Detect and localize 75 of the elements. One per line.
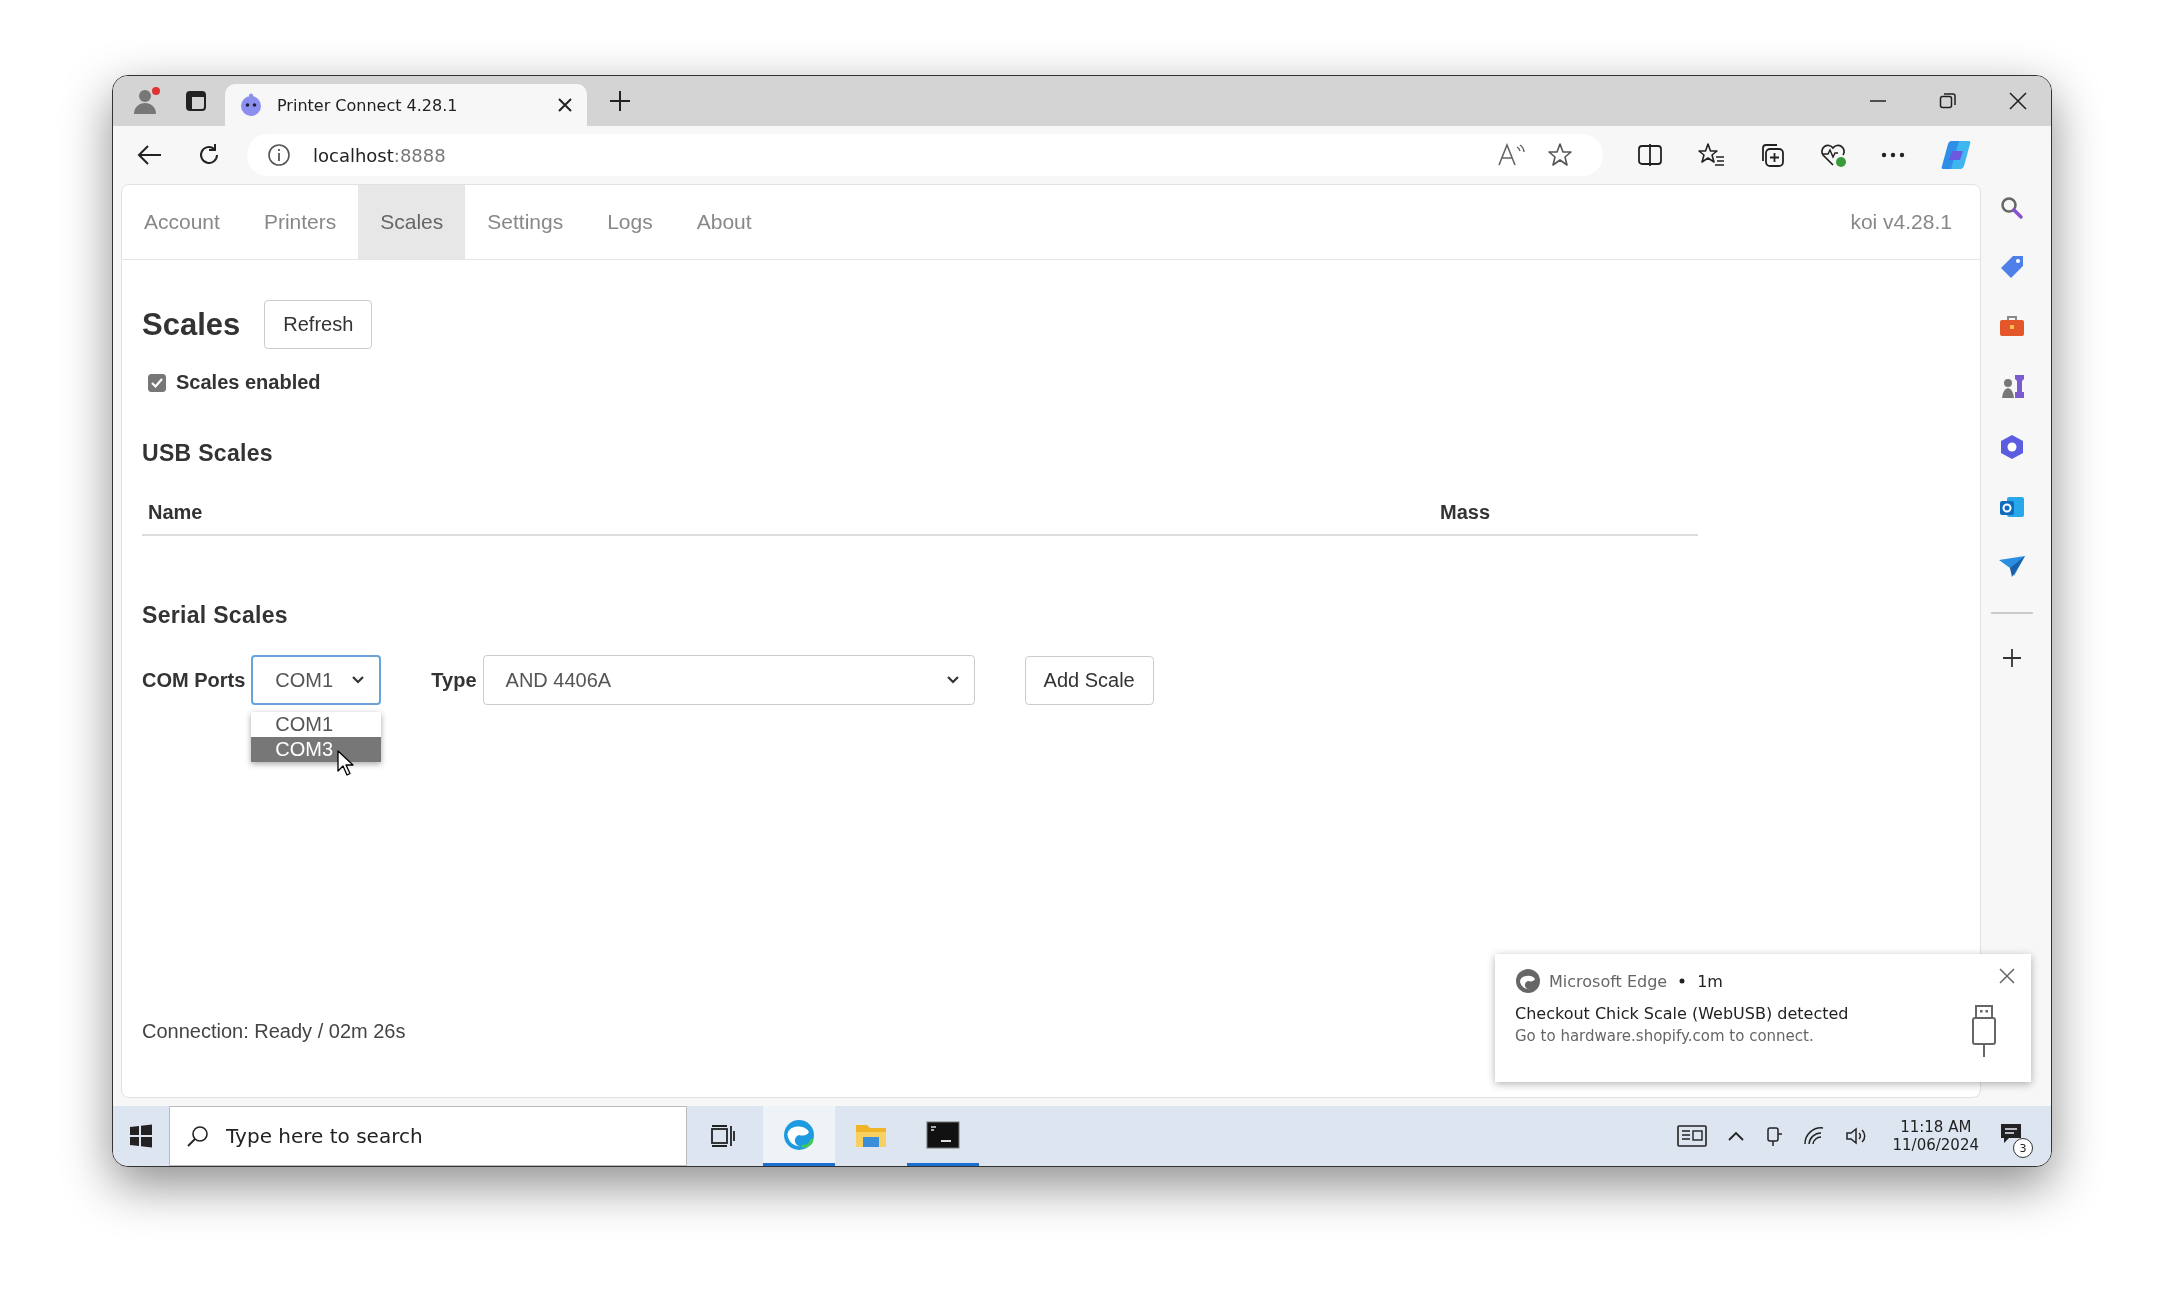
address-field[interactable]: localhost:8888 bbox=[247, 134, 1603, 176]
refresh-icon[interactable] bbox=[197, 143, 221, 167]
notification-app-name: Microsoft Edge bbox=[1549, 971, 1668, 991]
profile-icon[interactable] bbox=[131, 86, 161, 116]
mail-icon[interactable] bbox=[1998, 494, 2026, 520]
task-view-icon[interactable] bbox=[711, 1125, 735, 1147]
close-icon[interactable] bbox=[2009, 92, 2027, 110]
favorites-icon[interactable] bbox=[1697, 142, 1725, 168]
close-tab-icon[interactable] bbox=[557, 97, 573, 113]
page-title: Scales bbox=[142, 306, 241, 343]
checkbox-label: Scales enabled bbox=[176, 371, 321, 394]
nav-tab[interactable]: Scales bbox=[358, 185, 466, 259]
nav-tab[interactable]: Settings bbox=[465, 185, 586, 259]
windows-start-icon[interactable] bbox=[129, 1124, 153, 1148]
tab-actions-icon[interactable] bbox=[185, 90, 207, 112]
paper-plane-icon[interactable] bbox=[1998, 554, 2026, 578]
field-label: Type bbox=[431, 668, 477, 692]
nav-tab[interactable]: Account bbox=[122, 185, 242, 259]
hexagon-logo-icon[interactable] bbox=[1999, 434, 2025, 460]
caret-icon bbox=[351, 675, 366, 685]
checkbox[interactable] bbox=[148, 373, 166, 392]
toolbox-icon[interactable] bbox=[1998, 314, 2026, 338]
dropdown-option[interactable]: COM1 bbox=[251, 712, 382, 737]
add-scale-button[interactable]: Add Scale bbox=[1024, 655, 1154, 705]
heart-pulse-icon[interactable] bbox=[1819, 142, 1847, 168]
separator-dot-icon bbox=[1679, 978, 1686, 984]
browser-logo-icon bbox=[782, 1117, 816, 1152]
connection-status: Connection: Ready / 02m 26s bbox=[142, 1020, 406, 1043]
news-icon[interactable] bbox=[1676, 1125, 1707, 1147]
section-title: USB Scales bbox=[142, 440, 274, 467]
url-text: localhost:8888 bbox=[313, 144, 446, 166]
com-port-select[interactable]: COM1 bbox=[251, 655, 382, 705]
restore-icon[interactable] bbox=[1939, 92, 1957, 110]
info-icon bbox=[267, 143, 291, 167]
version-label: koi v4.28.1 bbox=[1850, 210, 1952, 234]
robot-icon bbox=[239, 93, 263, 117]
type-select[interactable]: AND 4406A bbox=[482, 655, 975, 705]
field-label: COM Ports bbox=[142, 668, 246, 692]
column-header: Mass bbox=[1440, 501, 1491, 524]
caret-icon bbox=[945, 675, 960, 685]
collections-icon[interactable] bbox=[1759, 142, 1785, 168]
browser-tab[interactable]: Printer Connect 4.28.1 bbox=[225, 84, 587, 126]
search-icon[interactable] bbox=[2000, 196, 2024, 220]
taskbar-clock[interactable]: 11:18 AM 11/06/2024 bbox=[1892, 1118, 1979, 1154]
nav-tab[interactable]: Logs bbox=[585, 185, 675, 259]
dropdown-option[interactable]: COM3 bbox=[251, 737, 382, 762]
search-icon bbox=[187, 1125, 209, 1147]
notification-count-badge: 3 bbox=[2013, 1138, 2033, 1158]
more-icon[interactable] bbox=[1881, 152, 1905, 158]
new-tab-icon[interactable] bbox=[609, 90, 631, 112]
device-icon[interactable] bbox=[1764, 1125, 1783, 1147]
usb-plug-icon bbox=[1971, 1004, 1997, 1058]
column-header: Name bbox=[148, 501, 204, 524]
notification-title: Checkout Chick Scale (WebUSB) detected bbox=[1515, 1004, 1850, 1023]
chevron-up-icon[interactable] bbox=[1726, 1130, 1745, 1142]
tag-icon[interactable] bbox=[1999, 254, 2025, 280]
nav-tab[interactable]: About bbox=[674, 185, 774, 259]
add-icon[interactable] bbox=[2002, 647, 2022, 668]
taskbar-search-field[interactable]: Type here to search bbox=[169, 1106, 687, 1166]
star-icon[interactable] bbox=[1547, 142, 1573, 168]
back-icon[interactable] bbox=[137, 144, 163, 166]
notification-body: Go to hardware.shopify.com to connect. bbox=[1515, 1027, 1815, 1045]
split-screen-icon[interactable] bbox=[1637, 143, 1663, 167]
notification-time: 1m bbox=[1697, 971, 1723, 991]
terminal-icon bbox=[926, 1120, 960, 1149]
close-icon[interactable] bbox=[1999, 968, 2015, 984]
nav-tab[interactable]: Printers bbox=[241, 185, 359, 259]
read-aloud-icon[interactable] bbox=[1497, 143, 1525, 167]
clock-time: 11:18 AM bbox=[1900, 1118, 1972, 1136]
cursor-icon bbox=[337, 750, 356, 776]
tab-title: Printer Connect 4.28.1 bbox=[277, 95, 459, 115]
refresh-button[interactable]: Refresh bbox=[264, 300, 373, 349]
section-title: Serial Scales bbox=[142, 602, 289, 629]
wifi-icon[interactable] bbox=[1802, 1126, 1825, 1146]
clock-date: 11/06/2024 bbox=[1892, 1136, 1979, 1154]
